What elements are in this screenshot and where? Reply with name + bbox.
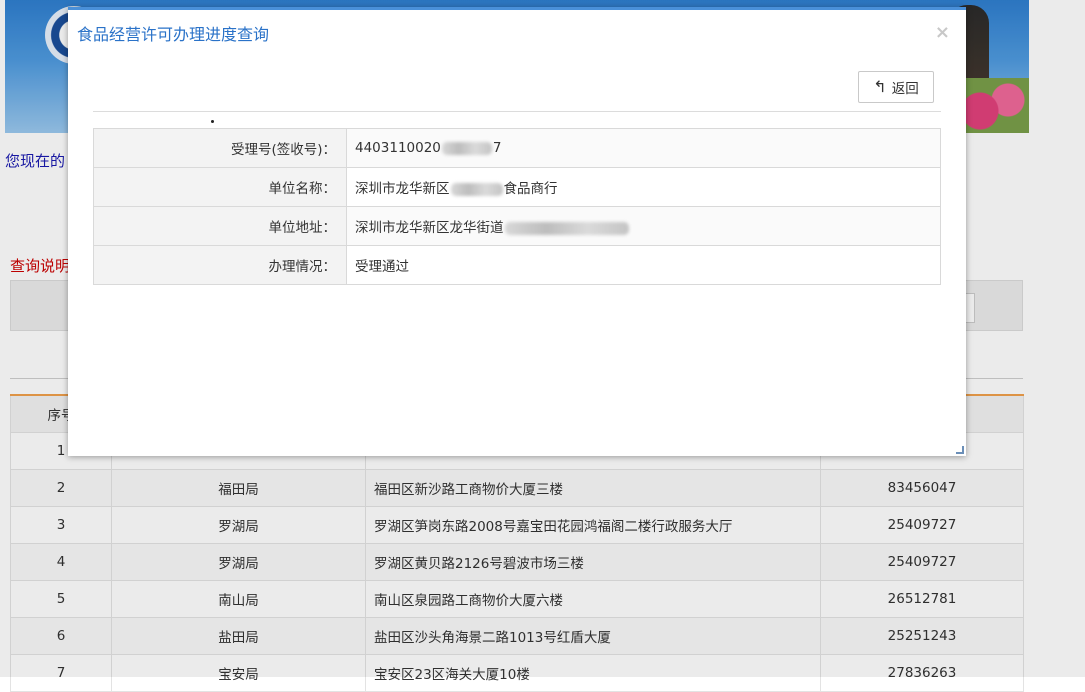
redacted-blur	[504, 221, 629, 235]
stray-dot	[211, 120, 214, 123]
back-button-label: 返回	[891, 81, 919, 97]
dialog-title: 食品经营许可办理进度查询	[77, 25, 270, 44]
back-button[interactable]: ↰ 返回	[858, 71, 934, 103]
detail-value: 4403110020 7	[346, 128, 941, 168]
detail-value: 受理通过	[346, 245, 941, 285]
detail-label: 单位名称：	[93, 167, 347, 207]
detail-label: 办理情况：	[93, 245, 347, 285]
detail-value-text: 食品商行	[503, 181, 558, 197]
detail-value-text: 深圳市龙华新区	[355, 181, 450, 197]
detail-value-text: 7	[492, 140, 502, 156]
detail-row-unit-name: 单位名称： 深圳市龙华新区 食品商行	[93, 167, 941, 207]
detail-row-unit-address: 单位地址： 深圳市龙华新区龙华街道	[93, 206, 941, 246]
detail-value: 深圳市龙华新区 食品商行	[346, 167, 941, 207]
resize-handle-icon[interactable]	[956, 446, 964, 454]
application-detail-table: 受理号(签收号)： 4403110020 7 单位名称： 深圳市龙华新区 食品商行 …	[93, 128, 941, 285]
detail-label: 受理号(签收号)：	[93, 128, 347, 168]
detail-value-text: 受理通过	[355, 259, 409, 275]
redacted-blur	[450, 182, 503, 196]
detail-row-receipt-number: 受理号(签收号)： 4403110020 7	[93, 128, 941, 168]
detail-value-text: 4403110020	[355, 140, 441, 156]
detail-value-text: 深圳市龙华新区龙华街道	[355, 220, 504, 236]
detail-label: 单位地址：	[93, 206, 347, 246]
detail-value: 深圳市龙华新区龙华街道	[346, 206, 941, 246]
redacted-blur	[441, 141, 492, 155]
dialog-divider	[93, 111, 941, 112]
detail-row-status: 办理情况： 受理通过	[93, 245, 941, 285]
progress-query-dialog: 食品经营许可办理进度查询 × ↰ 返回 受理号(签收号)： 4403110020…	[68, 7, 966, 456]
reply-arrow-icon: ↰	[873, 77, 887, 96]
close-icon[interactable]: ×	[935, 22, 950, 43]
